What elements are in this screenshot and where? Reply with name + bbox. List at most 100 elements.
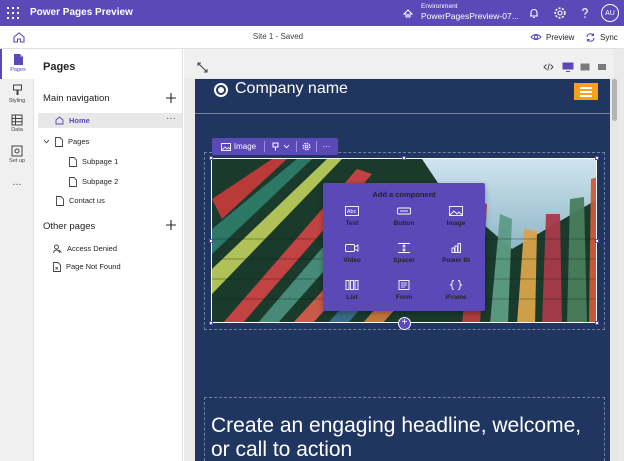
component-label: Video — [343, 257, 361, 264]
main-navigation-heading: Main navigation — [43, 93, 110, 104]
component-image[interactable]: Image — [429, 206, 483, 242]
style-dropdown-button[interactable] — [267, 138, 293, 155]
rail-label: Pages — [10, 67, 26, 73]
gear-icon — [302, 142, 310, 151]
spacer-icon — [398, 243, 410, 253]
rail-item-styling[interactable]: Styling — [0, 80, 34, 110]
hamburger-menu-button[interactable] — [574, 83, 598, 100]
resize-handle[interactable] — [402, 156, 406, 160]
nav-item-contact-us[interactable]: Contact us — [56, 193, 105, 208]
powerbi-icon — [451, 243, 461, 253]
nav-item-page-not-found[interactable]: Page Not Found — [53, 259, 121, 274]
component-label: Form — [395, 294, 413, 301]
site-status: Site 1 - Saved — [252, 32, 304, 41]
help-icon[interactable] — [578, 6, 592, 20]
nav-item-label: Access Denied — [67, 244, 118, 253]
more-options-button[interactable]: ··· — [318, 138, 335, 155]
nav-item-label: Page Not Found — [66, 262, 121, 271]
rail-more-button[interactable]: ... — [0, 176, 34, 188]
add-page-plus-icon[interactable] — [166, 93, 176, 103]
settings-button[interactable] — [298, 138, 314, 155]
home-icon — [55, 116, 64, 125]
rail-item-pages[interactable]: Pages — [0, 49, 34, 79]
page-icon — [69, 176, 77, 187]
component-list[interactable]: List — [325, 280, 379, 316]
page-icon — [69, 156, 77, 167]
canvas-scrollbar[interactable] — [611, 78, 618, 461]
environment-selector[interactable]: PowerPagesPreview-07... — [421, 11, 519, 21]
component-form[interactable]: Form — [377, 280, 431, 316]
sync-icon — [586, 32, 595, 42]
headline-text[interactable]: Create an engaging headline, welcome, or… — [211, 414, 601, 461]
resize-handle[interactable] — [209, 321, 213, 325]
table-icon — [11, 114, 23, 126]
paintbrush-icon — [12, 84, 22, 95]
component-label: Spacer — [393, 257, 415, 264]
resize-handle[interactable] — [595, 239, 599, 243]
image-type-button[interactable]: Image — [216, 138, 261, 155]
resize-handle[interactable] — [595, 321, 599, 325]
component-spacer[interactable]: Spacer — [377, 243, 431, 279]
iframe-icon — [449, 280, 463, 290]
sync-label: Sync — [600, 32, 618, 42]
rail-label: Data — [11, 127, 23, 133]
nav-item-label: Subpage 2 — [82, 177, 119, 186]
home-more-button[interactable]: ··· — [166, 113, 176, 124]
environment-label: Environment — [421, 3, 458, 10]
image-icon — [220, 142, 231, 151]
resize-handle[interactable] — [209, 239, 213, 243]
chevron-down-icon — [283, 144, 289, 149]
nav-item-home[interactable]: Home — [38, 113, 182, 128]
app-launcher-icon[interactable] — [7, 7, 19, 19]
nav-item-label: Subpage 1 — [82, 157, 119, 166]
video-icon — [345, 244, 359, 252]
code-icon[interactable] — [543, 62, 554, 72]
nav-item-label: Home — [69, 116, 90, 125]
eye-icon — [530, 34, 542, 40]
other-pages-heading: Other pages — [43, 221, 96, 232]
component-iframe[interactable]: iFrame — [429, 280, 483, 316]
preview-label: Preview — [546, 32, 575, 42]
component-label: Button — [393, 220, 415, 227]
preview-button[interactable]: Preview — [530, 31, 574, 43]
nav-item-subpage-2[interactable]: Subpage 2 — [69, 174, 118, 189]
lock-person-icon — [53, 244, 62, 253]
page-error-icon — [53, 261, 61, 272]
company-name[interactable]: Company name — [235, 80, 348, 98]
scrollbar-thumb[interactable] — [612, 79, 617, 121]
image-type-label: Image — [233, 142, 257, 151]
paintbrush-icon — [272, 142, 278, 151]
nav-item-pages[interactable]: Pages — [43, 134, 89, 149]
component-text[interactable]: Abc Text — [325, 206, 379, 242]
component-power-bi[interactable]: Power BI — [429, 243, 483, 279]
page-icon — [55, 136, 63, 147]
mobile-view-icon[interactable] — [597, 62, 607, 72]
rail-item-data[interactable]: Data — [0, 110, 34, 140]
component-button[interactable]: Button — [377, 206, 431, 242]
resize-handle[interactable] — [209, 156, 213, 160]
toolbar-divider — [296, 141, 297, 152]
rail-item-setup[interactable]: Set up — [0, 141, 34, 171]
expand-icon[interactable] — [197, 62, 208, 73]
setup-icon — [11, 145, 23, 157]
chevron-down-icon[interactable] — [43, 138, 50, 145]
logo-icon — [214, 83, 228, 97]
desktop-view-icon[interactable] — [562, 62, 574, 72]
nav-item-subpage-1[interactable]: Subpage 1 — [69, 154, 118, 169]
nav-item-access-denied[interactable]: Access Denied — [53, 241, 117, 256]
add-section-button[interactable]: + — [398, 317, 411, 330]
sync-button[interactable]: Sync — [585, 31, 618, 43]
tablet-view-icon[interactable] — [580, 62, 590, 72]
svg-text:Abc: Abc — [347, 209, 357, 215]
avatar[interactable]: AU — [601, 4, 619, 22]
resize-handle[interactable] — [595, 156, 599, 160]
list-icon — [345, 280, 359, 290]
add-other-page-plus-icon[interactable] — [166, 220, 176, 230]
bell-icon[interactable] — [527, 6, 541, 20]
nav-item-label: Contact us — [69, 196, 105, 205]
gear-icon[interactable] — [553, 6, 567, 20]
nav-item-label: Pages — [68, 137, 90, 146]
component-video[interactable]: Video — [325, 243, 379, 279]
panel-title: Pages — [43, 61, 76, 73]
component-label: Text — [345, 220, 359, 227]
